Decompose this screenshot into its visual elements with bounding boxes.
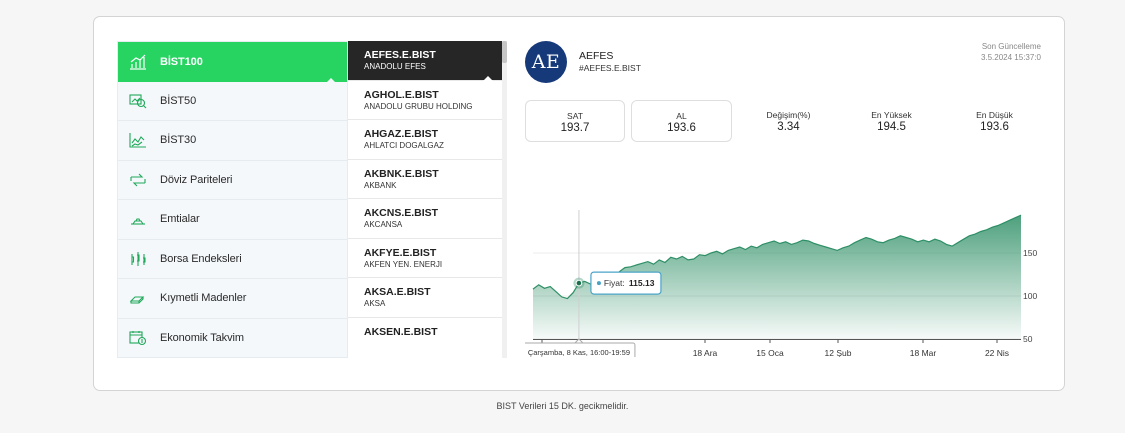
symbol-list-scrollbar[interactable] xyxy=(502,41,507,358)
category-item[interactable]: Emtialar xyxy=(118,200,347,240)
x-tick-label: 18 Ara xyxy=(693,348,718,357)
stat-label: AL xyxy=(676,111,687,121)
y-tick-label: 100 xyxy=(1023,291,1037,301)
stat-buy: AL 193.6 xyxy=(631,100,732,142)
category-list: BİST100 BİST50 BİST30 Döviz Pariteleri Emtia… xyxy=(117,41,348,358)
category-label: Ekonomik Takvim xyxy=(160,331,244,344)
calendar-money-icon xyxy=(128,328,148,348)
stat-value: 193.7 xyxy=(560,122,590,134)
category-label: Kıymetli Madenler xyxy=(160,292,247,305)
index-bars-icon xyxy=(128,249,148,269)
stat-change: Değişim(%) 3.34 xyxy=(738,100,839,142)
symbol-code: AKFYE.E.BIST xyxy=(364,246,437,259)
symbol-item[interactable]: AHGAZ.E.BIST AHLATCI DOGALGAZ xyxy=(348,120,505,160)
category-item[interactable]: BİST100 xyxy=(118,42,347,82)
category-label: Emtialar xyxy=(160,213,200,226)
symbol-item[interactable]: AEFES.E.BIST ANADOLU EFES xyxy=(348,41,505,81)
company-code: #AEFES.E.BIST xyxy=(579,63,641,73)
bar-chart-icon xyxy=(128,52,148,72)
commodity-stack-icon xyxy=(128,209,148,229)
symbol-name: AKCANSA xyxy=(364,220,403,229)
x-tick-label: 22 Nis xyxy=(985,348,1009,357)
stat-label: En Düşük xyxy=(976,110,1013,120)
category-item[interactable]: Ekonomik Takvim xyxy=(118,319,347,358)
price-stats: SAT 193.7 AL 193.6 Değişim(%) 3.34 En Yü… xyxy=(525,100,1043,142)
tooltip-label: Fiyat: xyxy=(604,278,625,288)
price-chart[interactable]: 5010015016 E18 Ara15 Oca12 Şub18 Mar22 N… xyxy=(525,182,1045,357)
exchange-arrows-icon xyxy=(128,170,148,190)
stat-label: SAT xyxy=(567,111,583,121)
x-tick-label: 12 Şub xyxy=(825,348,852,357)
symbol-code: AKCNS.E.BIST xyxy=(364,207,439,219)
tooltip-value: 115.13 xyxy=(629,278,655,288)
company-name: AEFES xyxy=(579,50,614,62)
category-label: BİST100 xyxy=(160,55,203,68)
category-label: BİST50 xyxy=(160,94,197,107)
delay-note: BIST Verileri 15 DK. gecikmelidir. xyxy=(496,401,629,411)
x-tick-label: 15 Oca xyxy=(756,348,784,357)
tooltip-dot xyxy=(596,281,601,286)
symbol-name: AHLATCI DOGALGAZ xyxy=(364,141,444,150)
stat-value: 3.34 xyxy=(777,121,800,133)
stat-value: 193.6 xyxy=(667,122,696,134)
symbol-code: AGHOL.E.BIST xyxy=(364,88,439,101)
stat-sell: SAT 193.7 xyxy=(525,100,625,142)
symbol-name: AKBANK xyxy=(364,180,397,190)
company-logo: AE xyxy=(525,41,567,83)
stat-low: En Düşük 193.6 xyxy=(944,100,1045,142)
category-item[interactable]: BİST50 xyxy=(118,82,347,121)
symbol-list: AEFES.E.BIST ANADOLU EFES AGHOL.E.BIST ANAD… xyxy=(348,41,506,354)
symbol-item[interactable]: AKSEN.E.BIST xyxy=(348,318,505,355)
category-item[interactable]: Borsa Endeksleri xyxy=(118,240,347,279)
x-tick-label: 18 Mar xyxy=(910,348,937,357)
last-update: Son Güncelleme 3.5.2024 15:37:0 xyxy=(981,41,1041,63)
symbol-code: AEFES.E.BIST xyxy=(364,49,436,61)
symbol-name: ANADOLU GRUBU HOLDING xyxy=(364,101,473,111)
category-item[interactable]: Kıymetli Madenler xyxy=(118,279,347,319)
line-chart-icon xyxy=(128,130,148,150)
symbol-item[interactable]: AKBNK.E.BIST AKBANK xyxy=(348,160,505,199)
y-tick-label: 150 xyxy=(1023,248,1037,258)
hover-point xyxy=(575,279,583,287)
symbol-code: AKBNK.E.BIST xyxy=(364,167,439,180)
stat-high: En Yüksek 194.5 xyxy=(841,100,942,142)
symbol-name: AKFEN YEN. ENERJI xyxy=(364,259,443,269)
category-item[interactable]: Döviz Pariteleri xyxy=(118,161,347,200)
symbol-code: AKSA.E.BIST xyxy=(364,286,431,298)
stat-label: Değişim(%) xyxy=(766,110,811,120)
market-widget: BİST100 BİST50 BİST30 Döviz Pariteleri Emtia… xyxy=(93,16,1065,391)
category-item[interactable]: BİST30 xyxy=(118,121,347,161)
symbol-item[interactable]: AGHOL.E.BIST ANADOLU GRUBU HOLDING xyxy=(348,81,505,120)
stat-value: 193.6 xyxy=(980,121,1009,133)
category-label: BİST30 xyxy=(160,134,197,147)
scrollbar-thumb[interactable] xyxy=(502,41,507,63)
date-tooltip-text: Çarşamba, 8 Kas, 16:00-19:59 xyxy=(528,348,630,357)
stat-label: En Yüksek xyxy=(871,110,912,120)
symbol-name: ANADOLU EFES xyxy=(364,62,426,71)
y-tick-label: 50 xyxy=(1023,334,1033,344)
last-update-time: 3.5.2024 15:37:0 xyxy=(980,53,1041,62)
symbol-item[interactable]: AKCNS.E.BIST AKCANSA xyxy=(348,199,505,239)
symbol-item[interactable]: AKSA.E.BIST AKSA xyxy=(348,278,505,318)
symbol-item[interactable]: AKFYE.E.BIST AKFEN YEN. ENERJI xyxy=(348,239,505,278)
symbol-code: AKSEN.E.BIST xyxy=(364,325,438,338)
category-label: Döviz Pariteleri xyxy=(160,173,233,186)
gold-bars-icon xyxy=(128,288,148,308)
stat-value: 194.5 xyxy=(877,121,906,133)
last-update-label: Son Güncelleme xyxy=(981,42,1041,51)
magnifier-chart-icon xyxy=(128,91,148,111)
symbol-name: AKSA xyxy=(364,299,386,308)
symbol-code: AHGAZ.E.BIST xyxy=(364,128,439,140)
category-label: Borsa Endeksleri xyxy=(160,252,242,265)
